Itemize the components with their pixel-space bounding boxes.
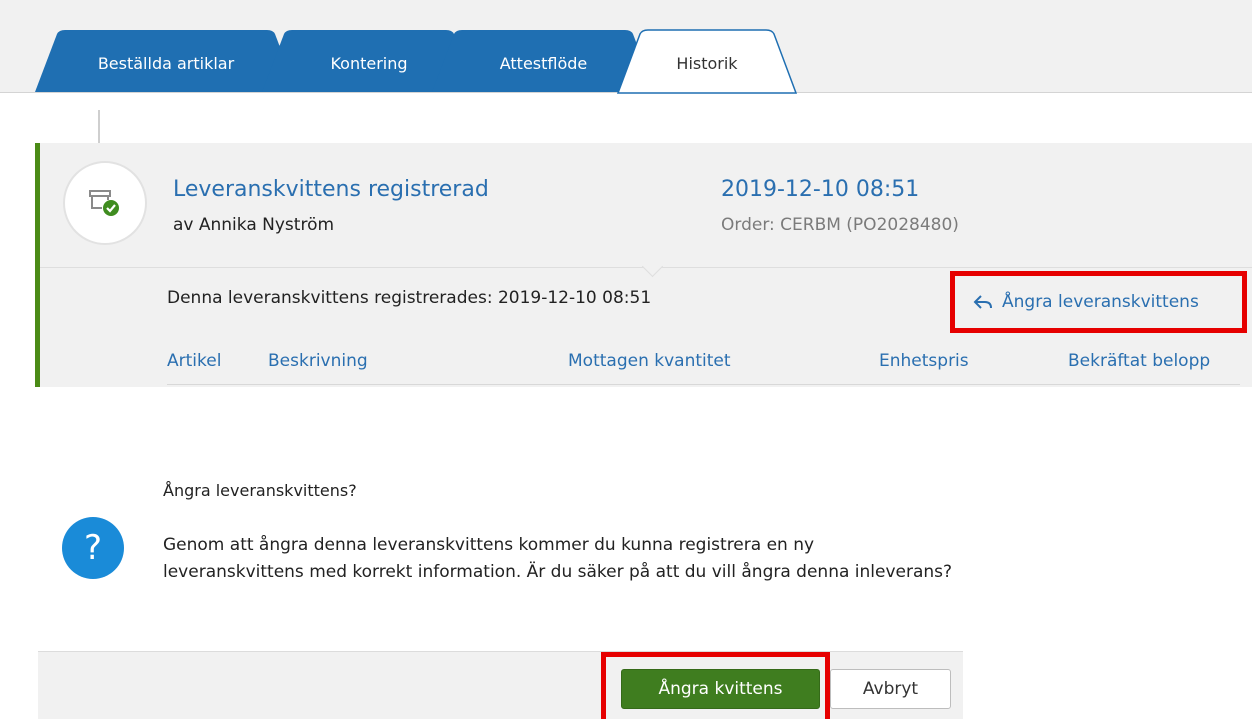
event-date: 2019-12-10 08:51 — [721, 177, 920, 202]
tab-label: Kontering — [330, 53, 408, 73]
tab-historik[interactable]: Historik — [616, 29, 798, 94]
column-bekraftat-belopp[interactable]: Bekräftat belopp — [1068, 351, 1210, 371]
event-order: Order: CERBM (PO2028480) — [721, 215, 959, 235]
tab-label: Historik — [676, 53, 738, 73]
delivery-check-icon — [63, 161, 147, 245]
column-beskrivning[interactable]: Beskrivning — [268, 351, 368, 371]
undo-link-label: Ångra leveranskvittens — [1002, 292, 1199, 312]
registered-text: Denna leveranskvittens registrerades: 20… — [167, 288, 652, 308]
timeline-connector — [98, 110, 100, 144]
cancel-button[interactable]: Avbryt — [830, 669, 951, 709]
event-header: Leveranskvittens registrerad av Annika N… — [40, 143, 1252, 268]
column-artikel[interactable]: Artikel — [167, 351, 221, 371]
tab-label: Beställda artiklar — [97, 53, 235, 73]
event-title[interactable]: Leveranskvittens registrerad — [173, 177, 489, 202]
dialog-title: Ångra leveranskvittens? — [163, 481, 357, 500]
event-user: av Annika Nyström — [173, 215, 335, 235]
table-header-divider — [167, 384, 1240, 385]
reply-arrow-icon — [973, 295, 992, 309]
undo-receipt-button[interactable]: Ångra kvittens — [621, 669, 820, 709]
question-icon: ? — [62, 517, 124, 579]
tab-bestallda-artiklar[interactable]: Beställda artiklar — [35, 30, 297, 92]
undo-delivery-receipt-link[interactable]: Ångra leveranskvittens — [950, 271, 1247, 333]
column-mottagen-kvantitet[interactable]: Mottagen kvantitet — [568, 351, 731, 371]
dialog-message: Genom att ångra denna leveranskvittens k… — [163, 535, 953, 582]
tab-bar: Beställda artiklar Kontering Attestflöde… — [0, 0, 1252, 94]
column-enhetspris[interactable]: Enhetspris — [879, 351, 969, 371]
history-event-card: Leveranskvittens registrerad av Annika N… — [35, 143, 1252, 387]
tab-label: Attestflöde — [499, 53, 588, 73]
